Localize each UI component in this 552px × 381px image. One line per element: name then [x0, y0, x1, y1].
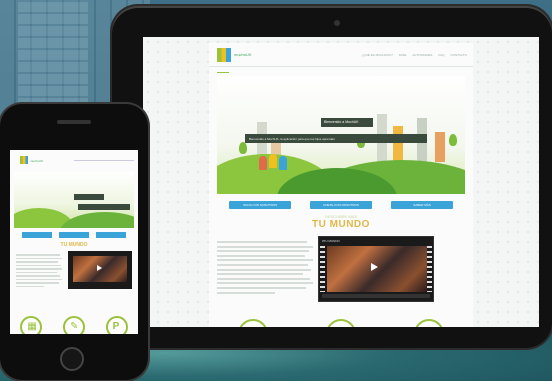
nav-item[interactable]: FAQ — [438, 53, 444, 57]
cta-buttons — [22, 232, 126, 238]
hero-caption: Bienvenido a MuchUK, la aplicación para … — [245, 134, 427, 143]
kid-figure — [279, 156, 287, 170]
nav-item[interactable]: FASE — [399, 53, 407, 57]
cta-button-more[interactable] — [96, 232, 126, 238]
home-button[interactable] — [60, 347, 84, 371]
building-icon[interactable]: ▦ — [20, 316, 43, 334]
cta-button-start[interactable]: INICIA CON NOSOTROS — [229, 201, 291, 209]
building-shape — [435, 132, 445, 162]
logo-text[interactable]: muchoUK — [30, 159, 43, 163]
cta-button-join[interactable]: UNETE CON NOSOTROS — [310, 201, 372, 209]
parking-icon[interactable]: P — [105, 316, 128, 334]
play-icon[interactable] — [371, 263, 378, 271]
hero-illustration: Bienvenido a MuchUK Bienvenido a MuchUK,… — [217, 76, 465, 194]
section-paragraph — [217, 241, 313, 296]
hero-banner-text: Bienvenido a MuchUK — [324, 120, 359, 124]
parking-icon[interactable]: P — [414, 319, 444, 327]
video-player[interactable] — [68, 251, 132, 289]
tree-shape — [239, 142, 247, 154]
logo-text[interactable]: muchoUK — [234, 52, 252, 57]
cta-button-more[interactable]: SABER MÁS — [391, 201, 453, 209]
video-player[interactable]: #TU MUNDO — [318, 236, 434, 302]
tree-shape — [449, 134, 457, 146]
section-title: TU MUNDO — [60, 242, 88, 248]
filmstrip-right — [427, 246, 432, 292]
logo-icon[interactable] — [217, 48, 231, 62]
building-shape — [393, 126, 403, 162]
kid-figure — [259, 156, 267, 170]
hero-caption-text: Bienvenido a MuchUK, la aplicación para … — [249, 136, 335, 141]
site-nav[interactable] — [74, 160, 134, 161]
video-title: #TU MUNDO — [322, 239, 340, 243]
tablet-camera — [334, 20, 340, 26]
site-header: muchoUK ¿QUÉ ES MUCHOUK? FASE ACTIVIDADE… — [209, 43, 473, 67]
wrench-icon[interactable]: ✎ — [326, 319, 356, 327]
feature-icons: ▦ ✎ P — [209, 319, 473, 327]
wrench-icon[interactable]: ✎ — [62, 316, 85, 334]
hero-banner: Bienvenido a MuchUK — [321, 118, 373, 127]
nav-item[interactable]: CONTACTO — [450, 53, 467, 57]
cta-label: INICIA CON NOSOTROS — [242, 203, 278, 207]
building-icon[interactable]: ▦ — [238, 319, 268, 327]
filmstrip-left — [320, 246, 325, 292]
phone-speaker — [57, 120, 91, 124]
hero-caption — [78, 204, 130, 210]
background-building-detail — [18, 0, 88, 120]
kids-illustration — [259, 146, 293, 176]
section-paragraph — [16, 254, 62, 289]
nav-item[interactable]: ¿QUÉ ES MUCHOUK? — [362, 53, 393, 57]
feature-icons: ▦ ✎ P — [10, 316, 138, 334]
site-nav: ¿QUÉ ES MUCHOUK? FASE ACTIVIDADES FAQ CO… — [362, 53, 467, 57]
cta-button-join[interactable] — [59, 232, 89, 238]
hero-illustration — [14, 172, 134, 228]
accent-divider — [217, 72, 229, 73]
hill-shape — [60, 212, 134, 228]
nav-item[interactable]: ACTIVIDADES — [412, 53, 432, 57]
cta-button-start[interactable] — [22, 232, 52, 238]
section-title: TU MUNDO — [312, 219, 370, 230]
video-controls[interactable] — [322, 294, 430, 298]
tablet-device: muchoUK ¿QUÉ ES MUCHOUK? FASE ACTIVIDADE… — [112, 6, 552, 348]
phone-device: muchoUK TU MUNDO ▦ ✎ P — [0, 104, 148, 380]
play-icon[interactable] — [97, 265, 102, 271]
cta-label: UNETE CON NOSOTROS — [323, 203, 359, 207]
cta-label: SABER MÁS — [413, 203, 431, 207]
hero-banner — [74, 194, 104, 200]
cta-buttons: INICIA CON NOSOTROS UNETE CON NOSOTROS S… — [229, 201, 453, 209]
tablet-screen: muchoUK ¿QUÉ ES MUCHOUK? FASE ACTIVIDADE… — [143, 37, 539, 327]
logo-icon[interactable] — [20, 156, 28, 164]
website-page: muchoUK ¿QUÉ ES MUCHOUK? FASE ACTIVIDADE… — [209, 43, 473, 327]
phone-screen: muchoUK TU MUNDO ▦ ✎ P — [10, 150, 138, 334]
kid-figure — [269, 154, 277, 168]
